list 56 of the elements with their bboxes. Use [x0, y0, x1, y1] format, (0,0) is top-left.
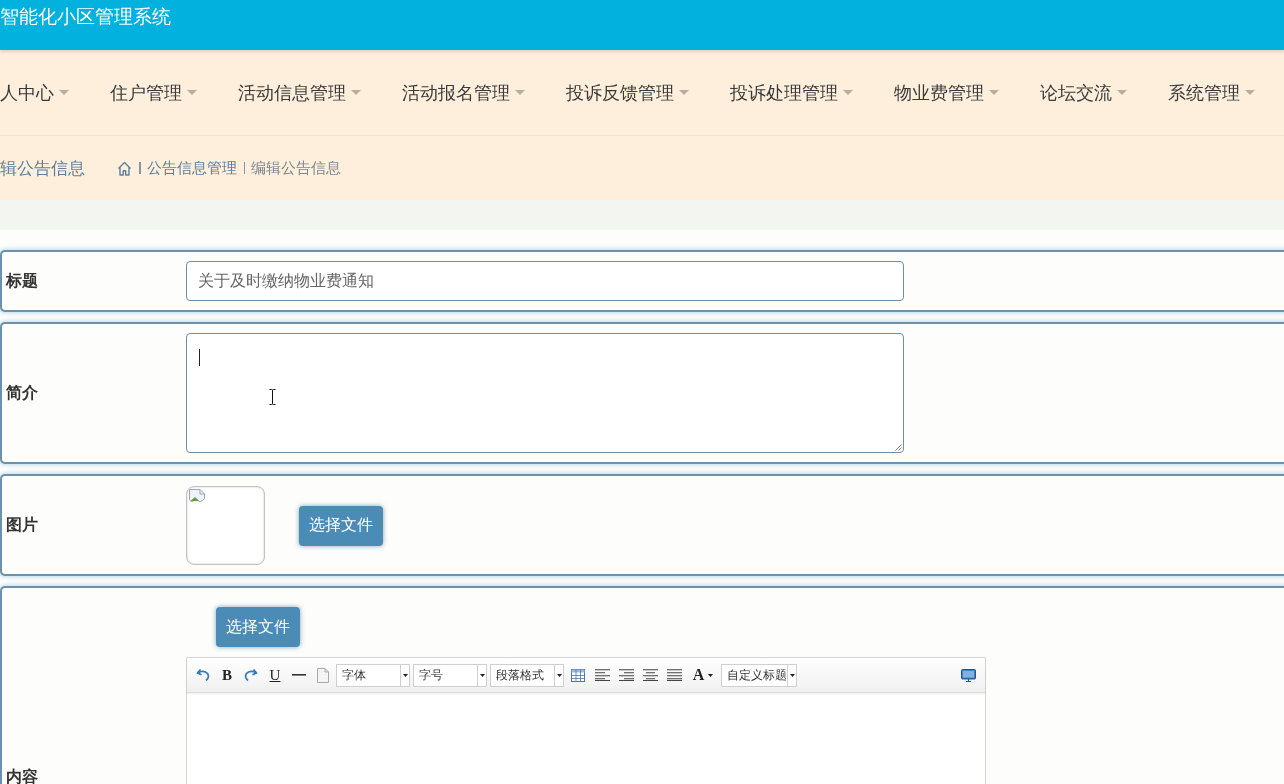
toolbar-dropdown[interactable]: 自定义标题: [721, 663, 797, 687]
field-label: 内容: [5, 767, 39, 784]
caret-icon: [479, 673, 485, 677]
resize-grip-icon: [894, 443, 902, 451]
font-color-button[interactable]: A: [689, 664, 717, 686]
toolbar-dropdown[interactable]: 字号: [413, 663, 487, 687]
toolbar-dropdown[interactable]: 段落格式: [490, 663, 564, 687]
blank-page-icon: [317, 667, 329, 683]
align-center-icon: [642, 669, 658, 681]
nav-menu-item[interactable]: 活动信息管理: [238, 80, 361, 105]
nav-menu-item[interactable]: 系统管理: [1168, 80, 1255, 105]
nav-menu-item[interactable]: 论坛交流: [1040, 80, 1127, 105]
bold-button[interactable]: B: [215, 664, 239, 686]
justify-icon: [666, 669, 682, 681]
caret-icon: [351, 90, 361, 95]
nav-menu-item[interactable]: 住户管理: [110, 80, 197, 105]
monitor-icon: [960, 668, 976, 682]
caret-icon: [402, 673, 408, 677]
page-title: 辑公告信息: [0, 156, 85, 180]
nav-menu-item[interactable]: 物业费管理: [894, 80, 999, 105]
broken-image-icon: [189, 489, 205, 505]
ibeam-cursor-icon: [269, 389, 276, 405]
nav-menu-item[interactable]: 人中心: [0, 80, 69, 105]
caret-icon: [679, 90, 689, 95]
underline-button[interactable]: U: [263, 664, 287, 686]
caret-icon: [187, 90, 197, 95]
breadcrumb-link[interactable]: 公告信息管理: [146, 158, 237, 178]
home-icon[interactable]: [117, 160, 132, 176]
caret-icon: [843, 90, 853, 95]
field-label: 标题: [4, 270, 39, 292]
caret-icon: [789, 673, 795, 677]
caret-icon: [1117, 90, 1127, 95]
toolbar-dropdown[interactable]: 字体: [336, 663, 410, 687]
align-right-icon: [618, 669, 634, 681]
rich-text-editor[interactable]: B U 字体 字号 段落格式 A 自定义标题: [186, 657, 986, 784]
caret-icon: [1245, 90, 1255, 95]
align-left-icon: [594, 669, 610, 681]
caret-icon: [59, 90, 69, 95]
redo-icon: [244, 668, 258, 682]
undo-icon: [196, 668, 210, 682]
app-title: 智能化小区管理系统: [0, 4, 171, 28]
nav-menu-item[interactable]: 投诉处理管理: [730, 80, 853, 105]
field-label: 图片: [5, 515, 39, 536]
title-input[interactable]: 关于及时缴纳物业费通知: [186, 261, 904, 301]
horizontal-line-icon: [292, 674, 306, 676]
choose-file-button[interactable]: 选择文件: [216, 607, 300, 647]
nav-menu-item[interactable]: 活动报名管理: [402, 80, 525, 105]
breadcrumb-current: 编辑公告信息: [251, 158, 341, 178]
choose-file-button[interactable]: 选择文件: [299, 505, 383, 546]
caret-icon: [515, 90, 525, 95]
table-icon: [571, 668, 585, 682]
field-label: 简介: [5, 382, 39, 404]
caret-icon: [989, 90, 999, 95]
caret-icon: [556, 673, 562, 677]
nav-menu-item[interactable]: 投诉反馈管理: [566, 80, 689, 105]
caret-icon: [708, 673, 714, 677]
